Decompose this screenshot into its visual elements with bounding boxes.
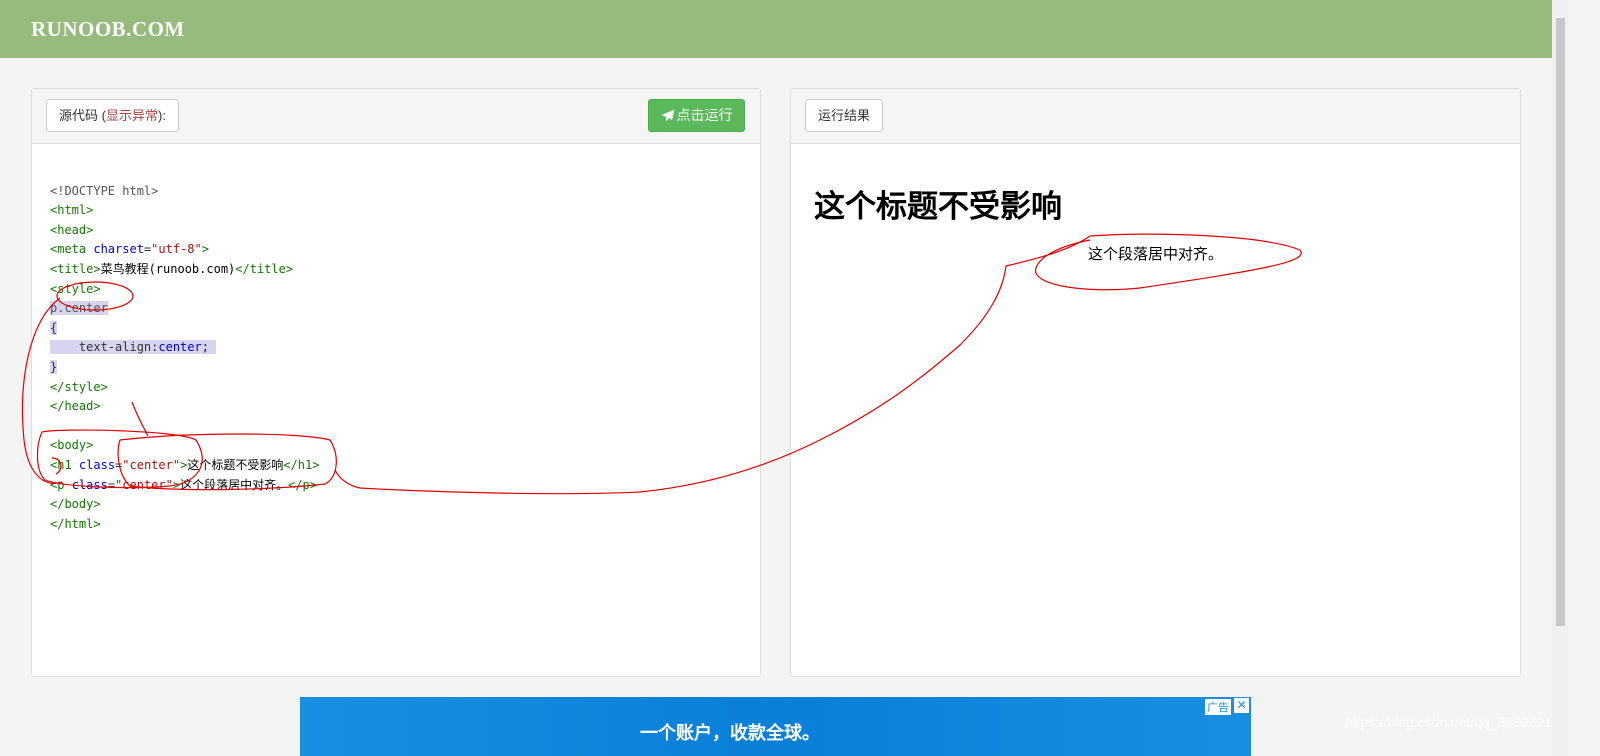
code-token: > (172, 477, 181, 492)
code-token: <title> (50, 261, 101, 276)
ad-banner[interactable]: 一个账户，收款全球。 广告 ✕ (300, 697, 1251, 756)
result-label[interactable]: 运行结果 (805, 99, 884, 132)
code-line: { (50, 319, 319, 339)
source-code-label[interactable]: 源代码 (显示异常): (46, 99, 179, 132)
code-token: class (71, 477, 108, 492)
code-token: { (50, 320, 58, 335)
code-line: </body> (50, 495, 319, 515)
result-panel: 运行结果 这个标题不受影响 这个段落居中对齐。 (790, 88, 1521, 677)
code-line: } (50, 358, 319, 378)
code-token: 菜鸟教程(runoob.com) (100, 261, 236, 276)
code-token: <meta (50, 242, 87, 257)
code-token: class (78, 457, 116, 472)
code-token: <!DOCTYPE html> (50, 183, 159, 198)
code-editor[interactable]: <!DOCTYPE html> <html> <head> <meta charset… (50, 162, 319, 573)
ad-close-icon[interactable]: ✕ (1234, 698, 1249, 713)
code-line: </head> (50, 397, 319, 417)
result-heading: 这个标题不受影响 (814, 189, 1062, 224)
code-token: <h1 (50, 457, 72, 472)
send-icon (661, 109, 674, 122)
code-token: "center" (115, 477, 173, 492)
code-token: </p> (288, 477, 317, 492)
code-line: <html> (50, 201, 319, 221)
code-token: </head> (50, 399, 101, 414)
source-code-panel: 源代码 (显示异常): 点击运行 <!DOCTYPE html> <html> <h… (31, 88, 761, 677)
code-line: </style> (50, 378, 319, 398)
code-line: <body> (50, 436, 319, 456)
code-token: "center" (122, 457, 181, 472)
code-line: <meta charset="utf-8"> (50, 242, 209, 257)
code-token: charset (93, 242, 144, 257)
code-token: center; (158, 340, 209, 355)
code-token: text-align: (50, 340, 159, 355)
code-token: > (201, 242, 209, 257)
display-error-link[interactable]: 显示异常 (106, 108, 158, 123)
result-paragraph: 这个段落居中对齐。 (1087, 246, 1223, 263)
code-line: <style> (50, 280, 319, 300)
label-close-paren: ): (157, 108, 166, 123)
code-token: p.center (50, 301, 108, 316)
code-token: } (50, 359, 58, 374)
code-line: text-align:center; (50, 338, 319, 358)
source-code-panel-header: 源代码 (显示异常): 点击运行 (32, 89, 760, 144)
code-token: </html> (50, 516, 101, 531)
code-line: p.center (50, 299, 319, 319)
code-token: <html> (50, 203, 94, 218)
ad-text: 一个账户，收款全球。 (640, 723, 820, 743)
code-token: </body> (50, 497, 101, 512)
scrollbar-thumb[interactable] (1556, 18, 1565, 626)
source-code-label-text: 源代码 (59, 108, 99, 123)
result-panel-header: 运行结果 (791, 89, 1520, 144)
ad-tag: 广告 (1205, 699, 1231, 715)
code-token: <body> (50, 438, 94, 453)
run-button[interactable]: 点击运行 (648, 99, 745, 132)
page-scrollbar[interactable] (1552, 0, 1568, 756)
code-token: <head> (50, 222, 94, 237)
code-token: 这个段落居中对齐。 (180, 477, 289, 492)
code-line: </html> (50, 515, 319, 535)
code-token: </h1> (283, 457, 320, 472)
site-logo[interactable]: RUNOOB.COM (31, 17, 185, 42)
site-header: RUNOOB.COM (0, 0, 1552, 58)
code-line: <title>菜鸟教程(runoob.com)</title> (50, 260, 319, 280)
code-line: <p class="center">这个段落居中对齐。</p> (50, 477, 317, 492)
code-line: <h1 class="center">这个标题不受影响</h1> (50, 457, 320, 472)
code-token: <style> (50, 281, 101, 296)
code-token: <p (50, 477, 65, 492)
code-token: "utf-8" (151, 242, 202, 257)
run-button-label: 点击运行 (676, 107, 733, 123)
code-token: 这个标题不受影响 (187, 457, 284, 472)
code-token: </style> (50, 379, 108, 394)
watermark: https://blog.csdn.net/qq_38998213 (1345, 714, 1560, 730)
label-open-paren: ( (98, 108, 106, 123)
code-token: </title> (235, 261, 294, 276)
code-line: <head> (50, 221, 319, 241)
code-line: <!DOCTYPE html> (50, 182, 319, 202)
